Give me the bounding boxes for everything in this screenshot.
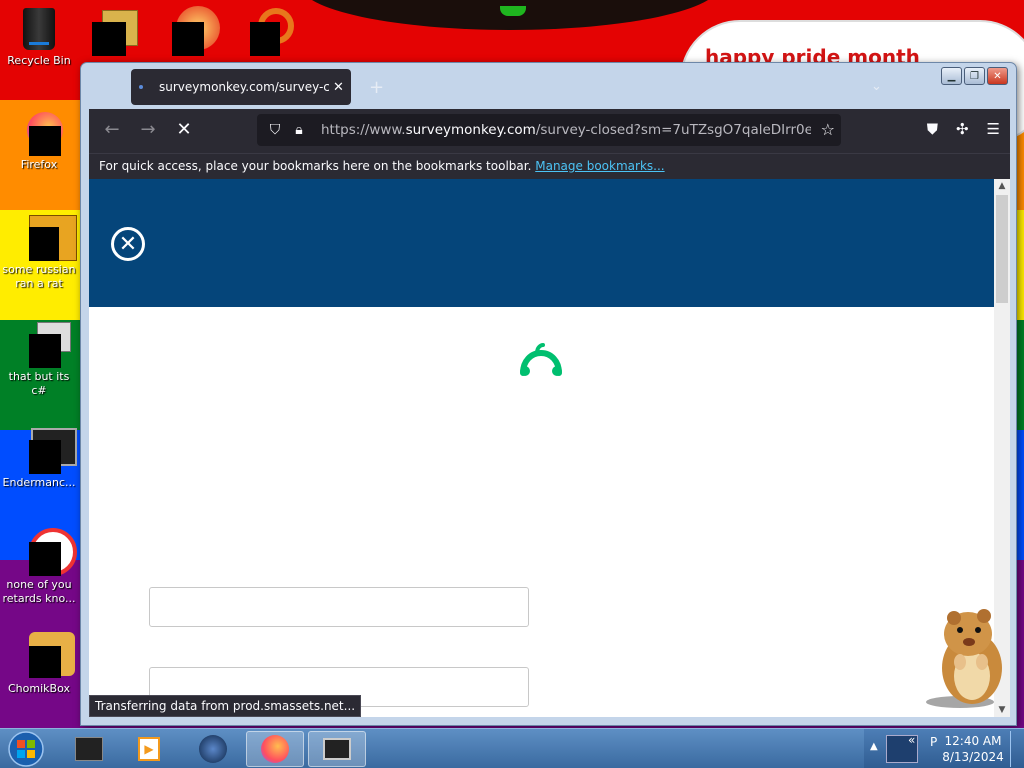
tray-arrows-icon[interactable]: « xyxy=(908,733,915,747)
menu-icon[interactable]: ☰ xyxy=(987,120,1000,138)
minimize-button[interactable]: ▁ xyxy=(941,67,962,85)
status-panel: Transferring data from prod.smassets.net… xyxy=(89,695,362,717)
desktop-shortcut-icon[interactable] xyxy=(248,4,300,56)
tab-close-icon[interactable]: ✕ xyxy=(333,80,344,95)
surveymonkey-logo-icon xyxy=(520,343,562,376)
desktop-icon-label: Firefox xyxy=(20,158,58,171)
window-icon xyxy=(15,426,77,474)
application-icon xyxy=(15,320,71,368)
media-player-taskbar-icon[interactable]: ▶ xyxy=(120,731,178,767)
hamster-mascot-icon xyxy=(926,609,1002,708)
forward-icon[interactable]: → xyxy=(135,119,161,140)
desktop-icon-recycle-bin[interactable]: Recycle Bin xyxy=(1,4,77,68)
taskbar-app-icon[interactable] xyxy=(60,731,118,767)
hamster-icon xyxy=(15,632,75,680)
desktop-icon-label: ChomikBox xyxy=(8,682,70,695)
close-button[interactable]: ✕ xyxy=(987,67,1008,85)
document-icon xyxy=(15,213,77,261)
taskbar: ▶ ▲ « P 12:40 AM 8/13/2024 xyxy=(0,728,1024,768)
restore-button[interactable]: ❐ xyxy=(964,67,985,85)
tab-title: surveymonkey.com/survey-closed?sm=7uTZsg… xyxy=(159,80,329,94)
desktop-icon-label: Endermanc... xyxy=(2,476,76,489)
bookmarks-toolbar: For quick access, place your bookmarks h… xyxy=(89,153,1010,179)
desktop-icon-label: that but its c# xyxy=(8,370,70,397)
tracking-protection-icon[interactable]: ⛉ xyxy=(265,122,285,138)
text-field[interactable] xyxy=(149,587,529,627)
scrollbar-thumb[interactable] xyxy=(996,195,1008,303)
browser-window: ▁ ❐ ✕ surveymonkey.com/survey-closed?sm=… xyxy=(80,62,1017,726)
navigation-toolbar: ← → ✕ ⛉ 🔒︎ https://www.surveymonkey.com/… xyxy=(89,109,1010,153)
window-controls: ▁ ❐ ✕ xyxy=(941,67,1008,85)
desktop-icon-endermanch[interactable]: Endermanc... xyxy=(1,426,77,490)
desktop-shortcut-icon[interactable] xyxy=(92,4,144,56)
bookmarks-message: For quick access, place your bookmarks h… xyxy=(99,159,532,173)
start-button-icon[interactable] xyxy=(4,730,48,768)
extensions-icon[interactable]: ✣ xyxy=(956,120,969,138)
desktop-icon-firefox[interactable]: Firefox xyxy=(1,108,77,172)
page-content: ✕ ▲ ▼ Transferring data from prod.smasse… xyxy=(89,179,1010,717)
show-desktop-button[interactable] xyxy=(1010,731,1022,767)
recycle-bin-icon xyxy=(15,4,63,52)
show-hidden-icons-icon[interactable]: ▲ xyxy=(870,741,878,752)
lock-icon[interactable]: 🔒︎ xyxy=(289,122,309,138)
scroll-up-icon[interactable]: ▲ xyxy=(994,181,1010,191)
clock-date: 8/13/2024 xyxy=(942,750,1004,764)
pocket-icon[interactable]: ⛊ xyxy=(927,120,938,138)
manage-bookmarks-link[interactable]: Manage bookmarks... xyxy=(535,159,664,173)
desktop-icon-label: Recycle Bin xyxy=(7,54,71,67)
desktop-icon-label: some russian ran a rat xyxy=(2,263,76,290)
new-tab-icon[interactable]: + xyxy=(369,77,384,98)
tray-label[interactable]: P xyxy=(930,735,937,749)
firefox-taskbar-icon[interactable] xyxy=(246,731,304,767)
media-icon xyxy=(15,528,77,576)
desktop-shortcut-icon[interactable] xyxy=(170,4,222,56)
clock[interactable]: 12:40 AM 8/13/2024 xyxy=(940,733,1006,765)
stop-loading-icon[interactable]: ✕ xyxy=(171,119,197,140)
tab-active[interactable]: surveymonkey.com/survey-closed?sm=7uTZsg… xyxy=(131,69,351,105)
firefox-icon xyxy=(15,108,63,156)
desktop-icon-media[interactable]: none of you retards kno... xyxy=(1,528,77,606)
closed-circle-x-icon: ✕ xyxy=(111,227,145,261)
url-bar[interactable]: ⛉ 🔒︎ https://www.surveymonkey.com/survey… xyxy=(257,114,841,146)
url-text[interactable]: https://www.surveymonkey.com/survey-clos… xyxy=(321,122,811,138)
list-tabs-icon[interactable]: ⌄ xyxy=(871,79,882,94)
wallpaper-figure xyxy=(500,6,526,16)
desktop-icon-rat[interactable]: some russian ran a rat xyxy=(1,213,77,291)
desktop-icon-label: none of you retards kno... xyxy=(2,578,76,605)
desktop-icon-csharp[interactable]: that but its c# xyxy=(1,320,77,398)
survey-closed-banner: ✕ xyxy=(89,179,994,307)
loading-icon xyxy=(139,85,143,89)
bookmark-star-icon[interactable]: ☆ xyxy=(821,120,835,139)
toolbar-right: ⛊ ✣ ☰ xyxy=(927,120,1000,138)
taskbar-app-icon[interactable] xyxy=(184,731,242,767)
clock-time: 12:40 AM xyxy=(944,734,1002,748)
desktop-icon-chomikbox[interactable]: ChomikBox xyxy=(1,632,77,696)
back-icon[interactable]: ← xyxy=(99,119,125,140)
window-taskbar-icon[interactable] xyxy=(308,731,366,767)
